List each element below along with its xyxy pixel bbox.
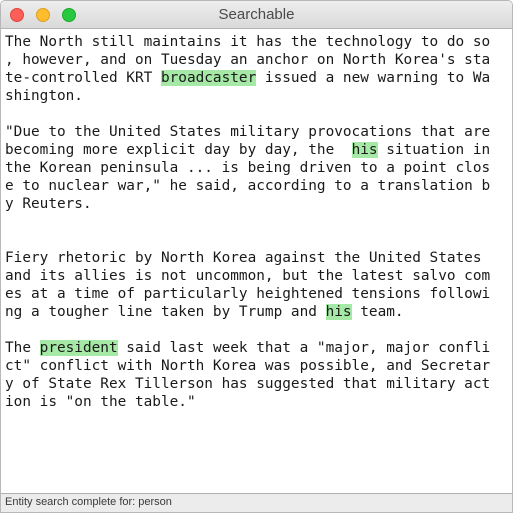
close-button[interactable] (10, 8, 24, 22)
text-run: es at a time of particularly heightened … (5, 286, 491, 302)
text-run: ct" conflict with North Korea was possib… (5, 358, 491, 374)
text-run: Fiery rhetoric by North Korea against th… (5, 250, 482, 266)
text-run: issued a new warning to Wa (256, 70, 491, 86)
title-bar[interactable]: Searchable (1, 1, 512, 29)
entity-highlight: his (325, 304, 352, 320)
text-line: "Due to the United States military provo… (5, 123, 508, 141)
text-run: te-controlled KRT (5, 70, 161, 86)
minimize-button[interactable] (36, 8, 50, 22)
text-line: Fiery rhetoric by North Korea against th… (5, 249, 508, 267)
text-run: e to nuclear war," he said, according to… (5, 178, 491, 194)
text-run: ng a tougher line taken by Trump and (5, 304, 326, 320)
text-run: and its allies is not uncommon, but the … (5, 268, 491, 284)
text-line: ng a tougher line taken by Trump and his… (5, 303, 508, 321)
text-line: , however, and on Tuesday an anchor on N… (5, 51, 508, 69)
app-window: Searchable The North still maintains it … (0, 0, 513, 513)
text-run: "Due to the United States military provo… (5, 124, 491, 140)
text-line: and its allies is not uncommon, but the … (5, 267, 508, 285)
text-line: ct" conflict with North Korea was possib… (5, 357, 508, 375)
text-run: y Reuters. (5, 196, 92, 212)
text-run: The (5, 340, 40, 356)
text-run: the Korean peninsula ... is being driven… (5, 160, 491, 176)
text-run: said last week that a "major, major conf… (117, 340, 491, 356)
document-text-area[interactable]: The North still maintains it has the tec… (1, 29, 512, 494)
entity-highlight: president (39, 340, 118, 356)
entity-highlight: broadcaster (160, 70, 257, 86)
text-line: ion is "on the table." (5, 393, 508, 411)
text-line: es at a time of particularly heightened … (5, 285, 508, 303)
window-title: Searchable (218, 6, 295, 23)
text-line: y Reuters. (5, 195, 508, 213)
text-line: the Korean peninsula ... is being driven… (5, 159, 508, 177)
text-run: , however, and on Tuesday an anchor on N… (5, 52, 491, 68)
text-line: The president said last week that a "maj… (5, 339, 508, 357)
text-run: team. (351, 304, 404, 320)
text-line: te-controlled KRT broadcaster issued a n… (5, 69, 508, 87)
zoom-button[interactable] (62, 8, 76, 22)
text-run: shington. (5, 88, 83, 104)
text-line: The North still maintains it has the tec… (5, 33, 508, 51)
text-run: becoming more explicit day by day, the (5, 142, 352, 158)
text-line: becoming more explicit day by day, the h… (5, 141, 508, 159)
status-bar: Entity search complete for: person (1, 494, 512, 512)
text-run: y of State Rex Tillerson has suggested t… (5, 376, 491, 392)
text-run: ion is "on the table." (5, 394, 196, 410)
text-line: e to nuclear war," he said, according to… (5, 177, 508, 195)
text-run: situation in (377, 142, 491, 158)
entity-highlight: his (351, 142, 378, 158)
text-line: shington. (5, 87, 508, 105)
text-line: y of State Rex Tillerson has suggested t… (5, 375, 508, 393)
text-run: The North still maintains it has the tec… (5, 34, 491, 50)
